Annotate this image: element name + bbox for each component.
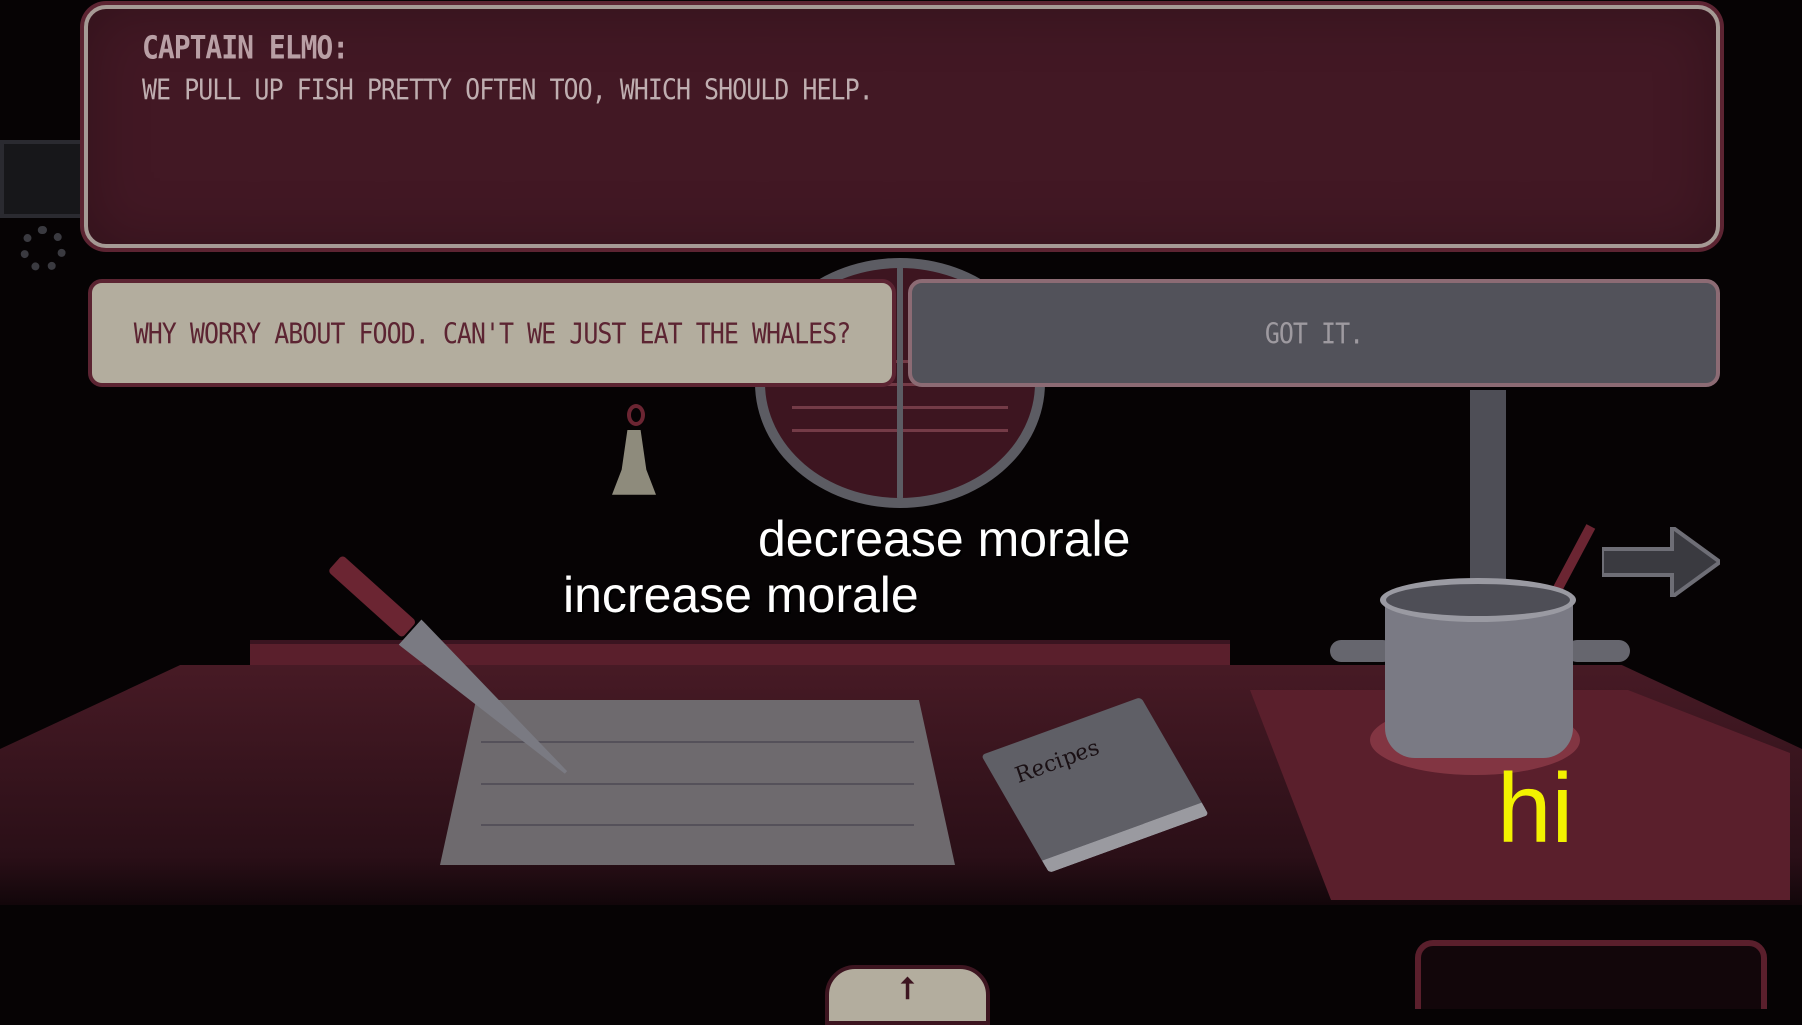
choice-eat-whales-button[interactable]: WHY WORRY ABOUT FOOD. CAN'T WE JUST EAT …: [88, 279, 896, 387]
choice-label: GOT IT.: [1264, 316, 1364, 350]
up-arrow-glyph: ⭡: [900, 972, 915, 1007]
dialog-text: WE PULL UP FISH PRETTY OFTEN TOO, WHICH …: [142, 72, 874, 107]
arrow-up-icon[interactable]: ⭡: [825, 965, 990, 1025]
choice-label: WHY WORRY ABOUT FOOD. CAN'T WE JUST EAT …: [133, 316, 852, 350]
stove-pipe: [1470, 390, 1506, 580]
knife-handle: [327, 554, 417, 639]
increase-morale-label: increase morale: [563, 567, 919, 623]
settings-gear-icon[interactable]: [20, 226, 66, 272]
bell-hook: [627, 404, 645, 426]
pot-handle-right: [1566, 640, 1630, 662]
cooking-pot[interactable]: [1385, 598, 1573, 758]
dialog-box: CAPTAIN ELMO: WE PULL UP FISH PRETTY OFT…: [84, 5, 1720, 248]
decrease-morale-label: decrease morale: [758, 511, 1131, 567]
speaker-name: CAPTAIN ELMO:: [142, 28, 349, 67]
pot-rim: [1380, 578, 1576, 622]
choice-got-it-button[interactable]: GOT IT.: [908, 279, 1720, 387]
hi-label: hi: [1497, 753, 1574, 863]
arrow-right-icon[interactable]: [1602, 527, 1720, 597]
bottom-right-panel: [1415, 940, 1767, 1009]
recipe-book-title: Recipes: [1010, 736, 1105, 788]
bell-icon[interactable]: [612, 430, 656, 495]
